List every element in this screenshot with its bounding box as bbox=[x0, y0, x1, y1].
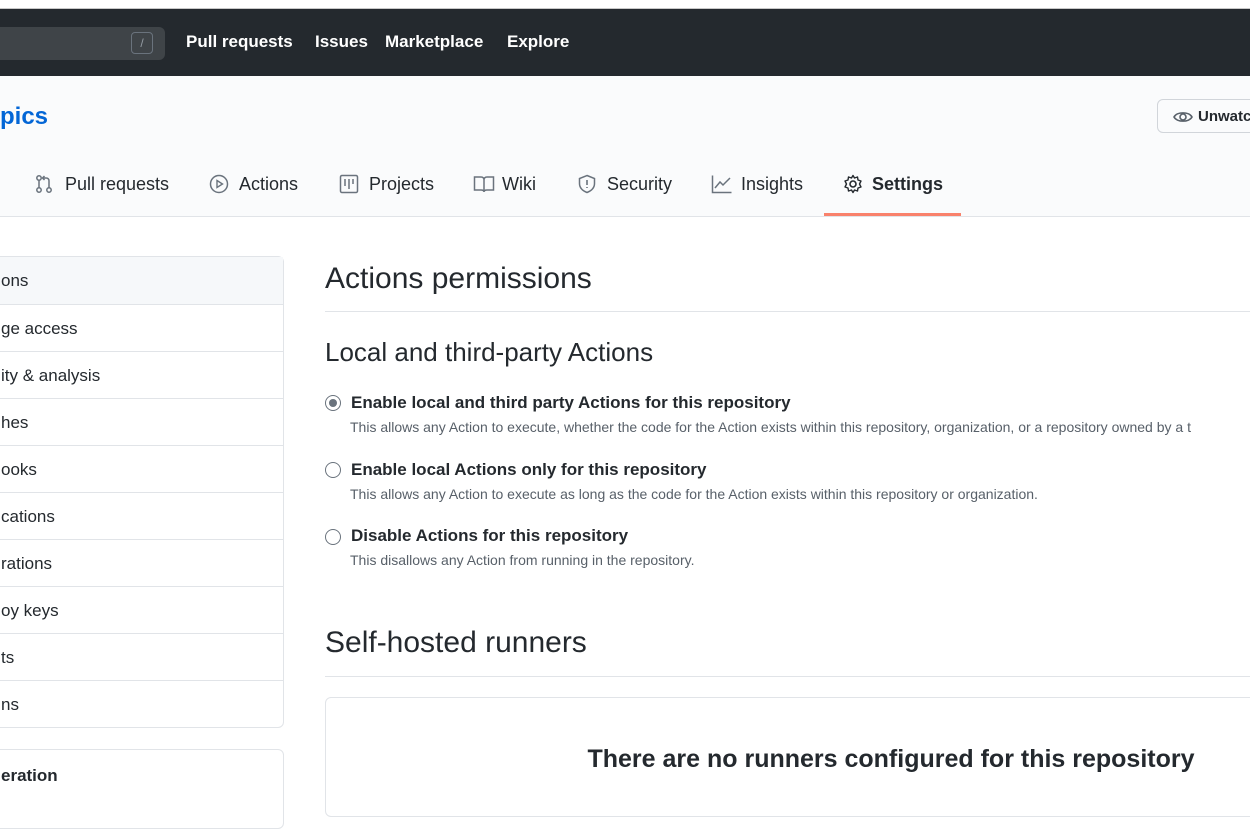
nav-issues[interactable]: Issues bbox=[315, 32, 368, 52]
tab-label: Insights bbox=[741, 174, 804, 194]
nav-explore[interactable]: Explore bbox=[507, 32, 569, 52]
gear-icon bbox=[844, 174, 862, 194]
settings-sidebar: ons ge access ity & analysis hes ooks ca… bbox=[0, 256, 284, 728]
selected-tab-indicator bbox=[824, 213, 961, 216]
pull-request-icon bbox=[36, 175, 52, 193]
sidebar-item-label: oy keys bbox=[1, 601, 59, 620]
tab-label: Wiki bbox=[502, 174, 536, 194]
nav-marketplace[interactable]: Marketplace bbox=[385, 32, 483, 52]
shield-icon bbox=[578, 174, 596, 194]
sidebar-item[interactable]: ns bbox=[0, 680, 283, 727]
sidebar-section-title: eration bbox=[1, 766, 58, 785]
unwatch-button[interactable]: Unwatch bbox=[1157, 99, 1250, 133]
sidebar-item-label: ts bbox=[1, 648, 15, 667]
tab-label: Projects bbox=[369, 174, 435, 194]
tab-label: Actions bbox=[239, 174, 299, 194]
tab-label: Settings bbox=[872, 174, 944, 194]
sidebar-item[interactable]: ons bbox=[0, 257, 283, 304]
sidebar-item[interactable]: ity & analysis bbox=[0, 351, 283, 398]
runners-title: Self-hosted runners bbox=[325, 626, 587, 659]
sidebar-item-label: rations bbox=[1, 554, 53, 573]
nav-pull-requests[interactable]: Pull requests bbox=[186, 32, 293, 52]
option-description: This disallows any Action from running i… bbox=[350, 552, 695, 568]
settings-sidebar-section: eration bbox=[0, 749, 284, 829]
graph-icon bbox=[711, 175, 732, 194]
option-description: This allows any Action to execute as lon… bbox=[350, 486, 1038, 502]
unwatch-label: Unwatch bbox=[1198, 108, 1250, 125]
book-icon bbox=[473, 176, 495, 193]
radio-disable[interactable] bbox=[325, 529, 341, 545]
search-shortcut-key: / bbox=[131, 32, 153, 54]
sidebar-item-label: ity & analysis bbox=[1, 366, 101, 385]
browser-top-edge bbox=[0, 0, 1250, 9]
play-icon bbox=[209, 174, 229, 194]
page-title: Actions permissions bbox=[325, 262, 592, 295]
tab-label: Security bbox=[607, 174, 673, 194]
option-label[interactable]: Disable Actions for this repository bbox=[351, 526, 628, 546]
sidebar-item-label: ooks bbox=[1, 460, 37, 479]
sidebar-item[interactable]: ts bbox=[0, 633, 283, 680]
sidebar-item-label: hes bbox=[1, 413, 29, 432]
sidebar-item-label: cations bbox=[1, 507, 55, 526]
option-label[interactable]: Enable local and third party Actions for… bbox=[351, 393, 791, 413]
repo-name-link[interactable]: pics bbox=[0, 103, 48, 131]
sidebar-item[interactable]: ooks bbox=[0, 445, 283, 492]
sidebar-item[interactable]: oy keys bbox=[0, 586, 283, 633]
option-description: This allows any Action to execute, wheth… bbox=[350, 419, 1191, 435]
radio-enable-all[interactable] bbox=[325, 395, 341, 411]
sidebar-item-label: ns bbox=[1, 695, 19, 714]
option-label[interactable]: Enable local Actions only for this repos… bbox=[351, 460, 707, 480]
radio-enable-local[interactable] bbox=[325, 462, 341, 478]
sidebar-item-label: ons bbox=[1, 271, 29, 290]
tab-label: Pull requests bbox=[65, 174, 170, 194]
sidebar-item[interactable]: cations bbox=[0, 492, 283, 539]
repo-header: pics Unwatch Pull requests Actions Proje… bbox=[0, 76, 1250, 217]
sidebar-item[interactable]: ge access bbox=[0, 304, 283, 351]
section-title: Local and third-party Actions bbox=[325, 337, 654, 367]
eye-icon bbox=[1173, 112, 1193, 122]
divider bbox=[325, 676, 1250, 677]
global-header: / Pull requests Issues Marketplace Explo… bbox=[0, 9, 1250, 76]
project-icon bbox=[339, 174, 359, 194]
sidebar-item-label: ge access bbox=[1, 319, 78, 338]
sidebar-item[interactable]: rations bbox=[0, 539, 283, 586]
runners-empty-message: There are no runners configured for this… bbox=[587, 745, 1195, 773]
divider bbox=[325, 311, 1250, 312]
runners-blankslate: There are no runners configured for this… bbox=[325, 697, 1250, 817]
sidebar-item[interactable]: hes bbox=[0, 398, 283, 445]
